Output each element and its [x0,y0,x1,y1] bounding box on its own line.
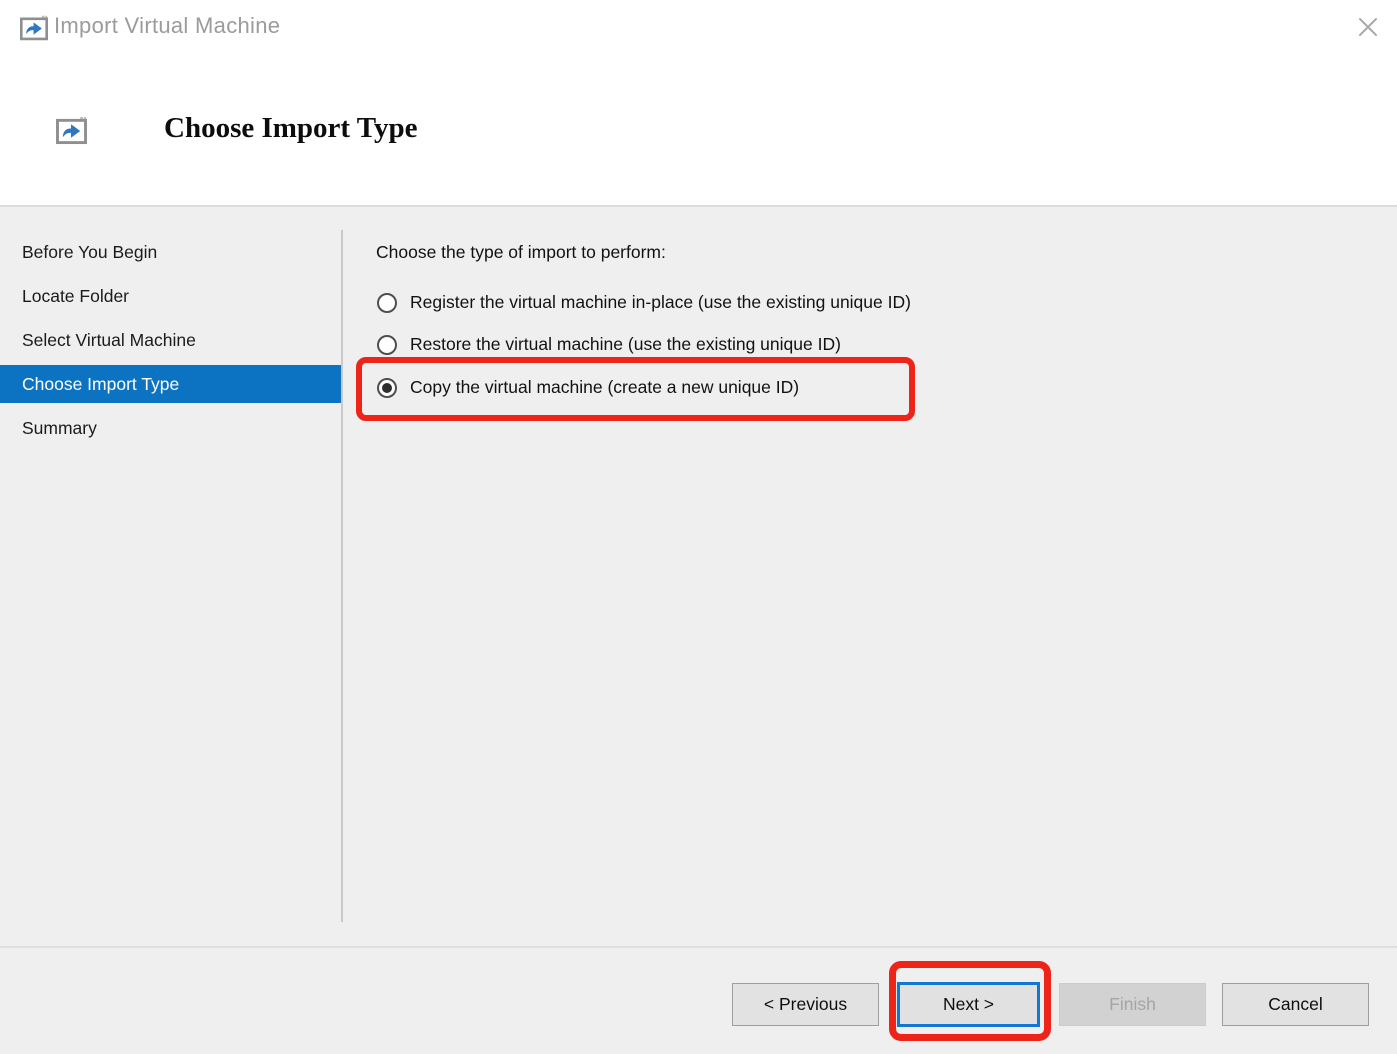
previous-button[interactable]: < Previous [732,983,879,1026]
import-vm-window-icon [20,13,48,43]
instruction-text: Choose the type of import to perform: [376,242,666,263]
import-vm-window-icon [55,116,88,145]
restore-option-row[interactable]: Restore the virtual machine (use the exi… [377,334,841,355]
option-label: Restore the virtual machine (use the exi… [410,334,841,355]
sidebar-content-divider [341,230,343,922]
radio-unchecked-icon[interactable] [377,293,397,313]
radio-unchecked-icon[interactable] [377,335,397,355]
register-option-row[interactable]: Register the virtual machine in-place (u… [377,292,911,313]
finish-button: Finish [1059,983,1206,1026]
option-label: Register the virtual machine in-place (u… [410,292,911,313]
sidebar-item-choose-import-type[interactable]: Choose Import Type [0,365,341,403]
window-title: Import Virtual Machine [54,13,280,39]
sidebar-item-summary[interactable]: Summary [0,406,341,450]
cancel-button[interactable]: Cancel [1222,983,1369,1026]
page-title: Choose Import Type [164,112,418,145]
sidebar-item-locate-folder[interactable]: Locate Folder [0,274,341,318]
sidebar-item-select-virtual-machine[interactable]: Select Virtual Machine [0,318,341,362]
sidebar-item-before-you-begin[interactable]: Before You Begin [0,230,341,274]
footer-divider [0,946,1397,948]
wizard-steps-sidebar: Before You Begin Locate Folder Select Vi… [0,230,341,450]
close-icon[interactable] [1349,8,1387,46]
titlebar: Import Virtual Machine [0,0,1397,56]
copy-option-row[interactable]: Copy the virtual machine (create a new u… [377,377,799,398]
next-button[interactable]: Next > [897,982,1040,1027]
option-label: Copy the virtual machine (create a new u… [410,377,799,398]
radio-checked-icon[interactable] [377,378,397,398]
